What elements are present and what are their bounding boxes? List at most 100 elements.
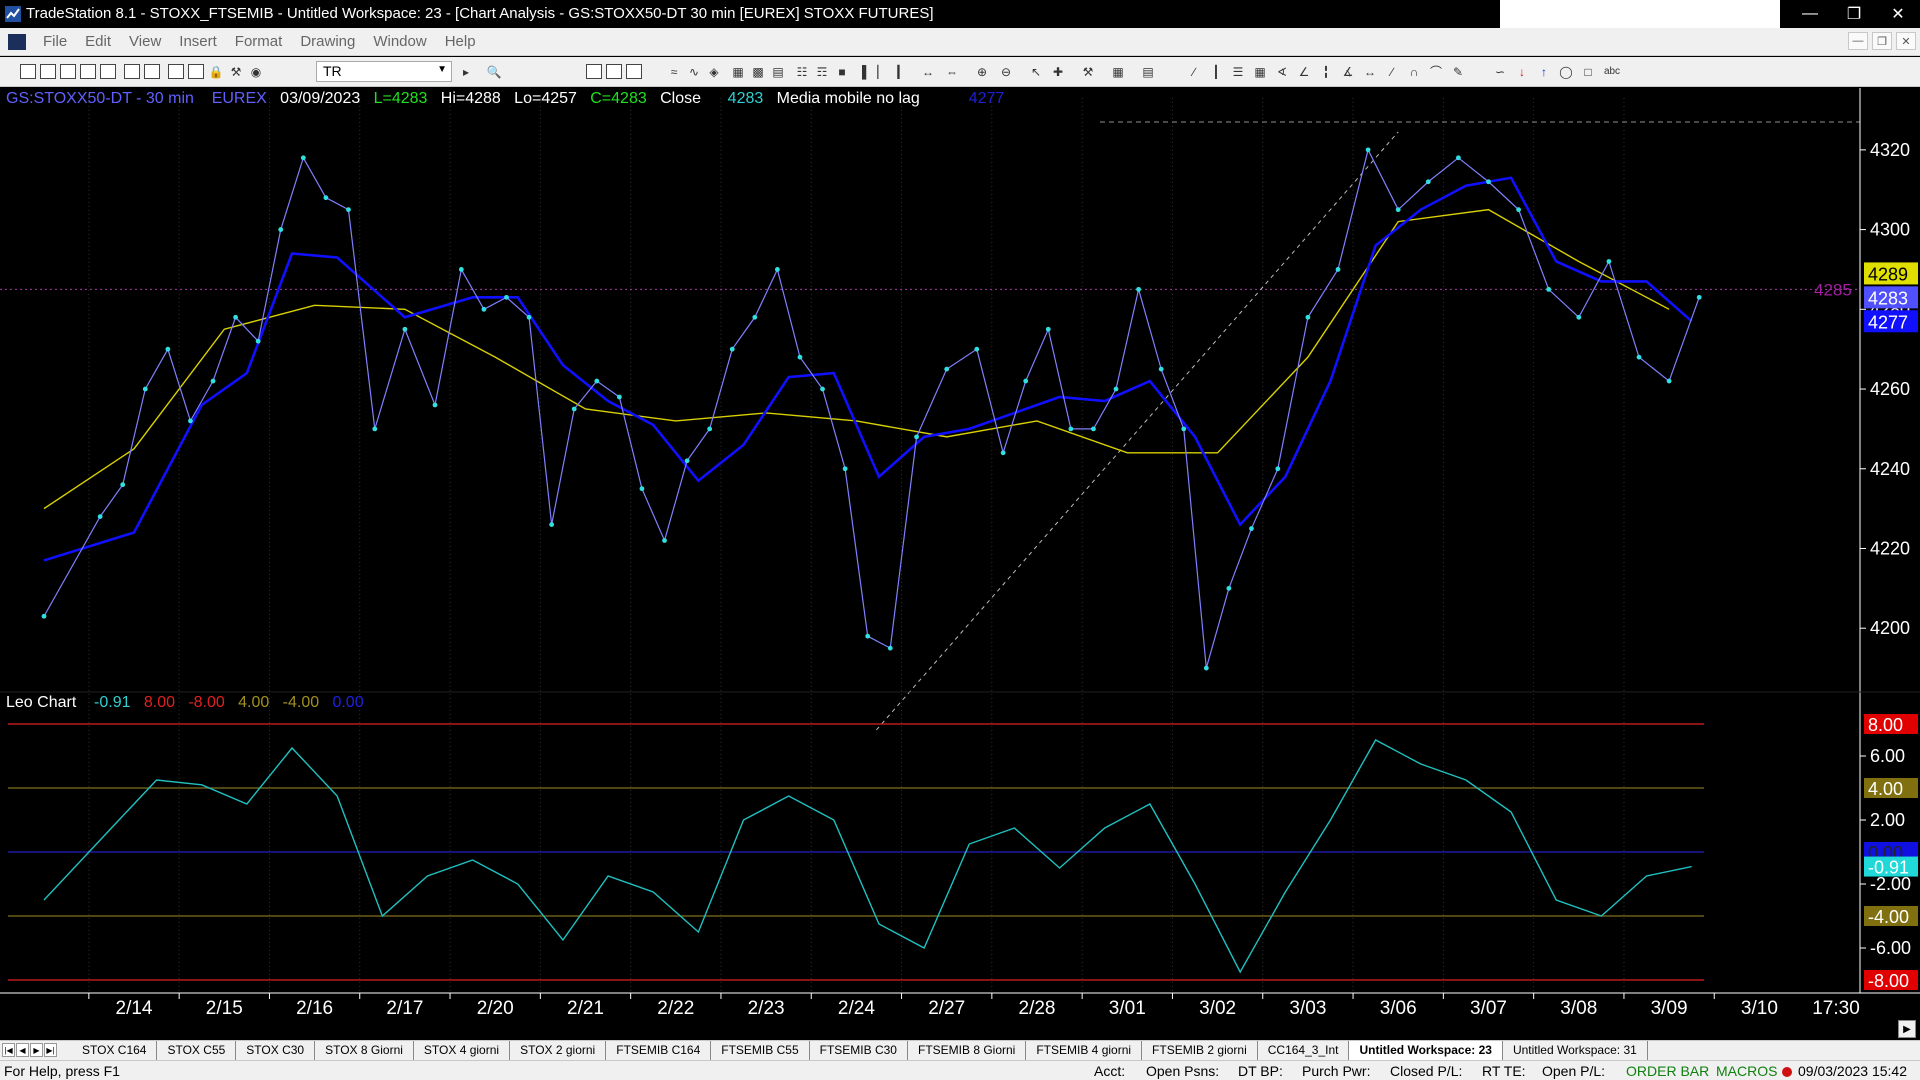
macros-button[interactable]: MACROS	[1716, 1063, 1777, 1079]
zigzag-icon[interactable]: ≈	[666, 64, 682, 79]
tab-first-icon[interactable]: |◀	[2, 1043, 15, 1057]
tab-workspace[interactable]: STOX C55	[157, 1041, 237, 1061]
menu-file[interactable]: File	[34, 33, 76, 50]
mdi-minimize-icon[interactable]: —	[1848, 32, 1868, 50]
scanner-icon[interactable]: ▦	[730, 64, 746, 79]
tab-workspace[interactable]: STOX C30	[236, 1041, 316, 1061]
chevron-down-icon[interactable]: ▼	[437, 64, 447, 75]
text-icon[interactable]: abc	[1604, 64, 1620, 79]
new-icon[interactable]	[20, 64, 36, 79]
time-sales-icon[interactable]: ☶	[814, 64, 830, 79]
tab-prev-icon[interactable]: ◀	[16, 1043, 29, 1057]
tile-icon[interactable]	[188, 64, 204, 79]
angle-icon[interactable]: ∡	[1340, 64, 1356, 79]
parallel-lines-icon[interactable]: ∕	[1384, 64, 1400, 79]
tab-workspace[interactable]: Untitled Workspace: 31	[1503, 1041, 1648, 1061]
expand-icon[interactable]: ⇔	[944, 64, 960, 79]
tab-workspace[interactable]: FTSEMIB C30	[810, 1041, 908, 1061]
horizontal-arrow-icon[interactable]: ↔	[1362, 64, 1378, 79]
tab-workspace[interactable]: STOX 2 giorni	[510, 1041, 607, 1061]
menu-drawing[interactable]: Drawing	[291, 33, 364, 50]
menu-format[interactable]: Format	[226, 33, 292, 50]
channel-icon[interactable]: ▦	[1252, 64, 1268, 79]
chart-window-icon[interactable]	[8, 34, 26, 50]
scroll-right-icon[interactable]: ▶	[1898, 1020, 1916, 1038]
menu-window[interactable]: Window	[364, 33, 435, 50]
mdi-restore-icon[interactable]: ❐	[1872, 32, 1892, 50]
vertical-lines-icon[interactable]: ┃	[1208, 64, 1224, 79]
arrow-down-icon[interactable]: ↓	[1514, 64, 1530, 79]
activity-icon[interactable]: ☷	[794, 64, 810, 79]
compress-icon[interactable]: ↔	[920, 64, 936, 79]
tab-workspace[interactable]: STOX C164	[72, 1041, 158, 1061]
bars-icon[interactable]: ▐	[854, 64, 870, 79]
options-icon[interactable]: ◈	[706, 64, 722, 79]
tab-workspace[interactable]: Untitled Workspace: 23	[1349, 1041, 1503, 1061]
open-icon[interactable]	[60, 64, 76, 79]
window-icon[interactable]	[168, 64, 184, 79]
horizontal-lines-icon[interactable]: ☰	[1230, 64, 1246, 79]
chart-canvas[interactable]: 4285432043004280426042404220420042894283…	[0, 88, 1920, 1018]
restore-icon[interactable]: ❐	[1832, 0, 1876, 28]
pointer-icon[interactable]: ↖	[1028, 64, 1044, 79]
new-window-icon[interactable]	[40, 64, 56, 79]
tab-workspace[interactable]: CC164_3_Int	[1258, 1041, 1350, 1061]
minimize-icon[interactable]: —	[1788, 0, 1832, 28]
mdi-close-icon[interactable]: ✕	[1896, 32, 1916, 50]
tab-next-icon[interactable]: ▶	[30, 1043, 43, 1057]
tab-last-icon[interactable]: ▶|	[44, 1043, 57, 1057]
print-icon[interactable]	[144, 64, 160, 79]
close-icon[interactable]: ✕	[1876, 0, 1920, 28]
quote-search-icon[interactable]: 🔍	[486, 64, 502, 79]
save-icon[interactable]	[80, 64, 96, 79]
zoom-out-icon[interactable]: ⊖	[998, 64, 1014, 79]
tab-workspace[interactable]: STOX 4 giorni	[414, 1041, 511, 1061]
order-bar-button[interactable]: ORDER BAR	[1626, 1063, 1709, 1079]
menu-help[interactable]: Help	[436, 33, 485, 50]
close-point	[944, 366, 950, 372]
symbol-input[interactable]: TR ▼	[316, 61, 452, 82]
wave-icon[interactable]: ∿	[686, 64, 702, 79]
candles-icon[interactable]: ▏	[874, 64, 890, 79]
crosshair-icon[interactable]: ✚	[1050, 64, 1066, 79]
tab-workspace[interactable]: FTSEMIB C164	[606, 1041, 712, 1061]
menu-edit[interactable]: Edit	[76, 33, 120, 50]
gann-icon[interactable]: ∩	[1406, 64, 1422, 79]
tab-workspace[interactable]: FTSEMIB 2 giorni	[1142, 1041, 1258, 1061]
chart-icon[interactable]	[586, 64, 602, 79]
save-as-icon[interactable]	[100, 64, 116, 79]
wrench-icon[interactable]: ⚒	[1080, 64, 1096, 79]
rectangle-icon[interactable]: □	[1580, 64, 1596, 79]
globe-icon[interactable]: ◉	[248, 64, 264, 79]
lock-icon[interactable]: 🔒	[208, 64, 224, 79]
strategy-icon[interactable]: ▩	[750, 64, 766, 79]
speed-lines-icon[interactable]: ∠	[1296, 64, 1312, 79]
radar-icon[interactable]	[606, 64, 622, 79]
menu-insert[interactable]: Insert	[170, 33, 226, 50]
trendline-icon[interactable]: ∕	[1186, 64, 1202, 79]
tab-workspace[interactable]: FTSEMIB 4 giorni	[1026, 1041, 1143, 1061]
tab-workspace[interactable]: STOX 8 Giorni	[315, 1041, 414, 1061]
print-preview-icon[interactable]	[124, 64, 140, 79]
tab-workspace[interactable]: FTSEMIB C55	[711, 1041, 810, 1061]
data-icon[interactable]: ▤	[1140, 64, 1156, 79]
tools-icon[interactable]: ⚒	[228, 64, 244, 79]
arrow-up-icon[interactable]: ↑	[1536, 64, 1552, 79]
fibonacci-icon[interactable]: ╏	[1318, 64, 1334, 79]
histogram-icon[interactable]: ▎	[894, 64, 910, 79]
menu-view[interactable]: View	[120, 33, 170, 50]
curve-icon[interactable]: ∽	[1492, 64, 1508, 79]
chevron-right-icon[interactable]: ▸	[458, 64, 474, 79]
account-icon[interactable]: ▤	[770, 64, 786, 79]
chart-area[interactable]: 4285 4320 4300 4280 4260 4240 4220 4200 4289 4283…	[0, 88, 1920, 1018]
horizontal-scrollbar[interactable]: ▶	[0, 1018, 1920, 1040]
matrix-icon[interactable]	[626, 64, 642, 79]
zoom-in-icon[interactable]: ⊕	[974, 64, 990, 79]
format-icon[interactable]: ▦	[1110, 64, 1126, 79]
tab-workspace[interactable]: FTSEMIB 8 Giorni	[908, 1041, 1027, 1061]
pen-icon[interactable]: ✎	[1450, 64, 1466, 79]
bar-chart-icon[interactable]: ■	[834, 64, 850, 79]
ellipse-icon[interactable]: ◯	[1558, 64, 1574, 79]
arc-icon[interactable]: ⌒	[1428, 64, 1444, 79]
fan-icon[interactable]: ∢	[1274, 64, 1290, 79]
